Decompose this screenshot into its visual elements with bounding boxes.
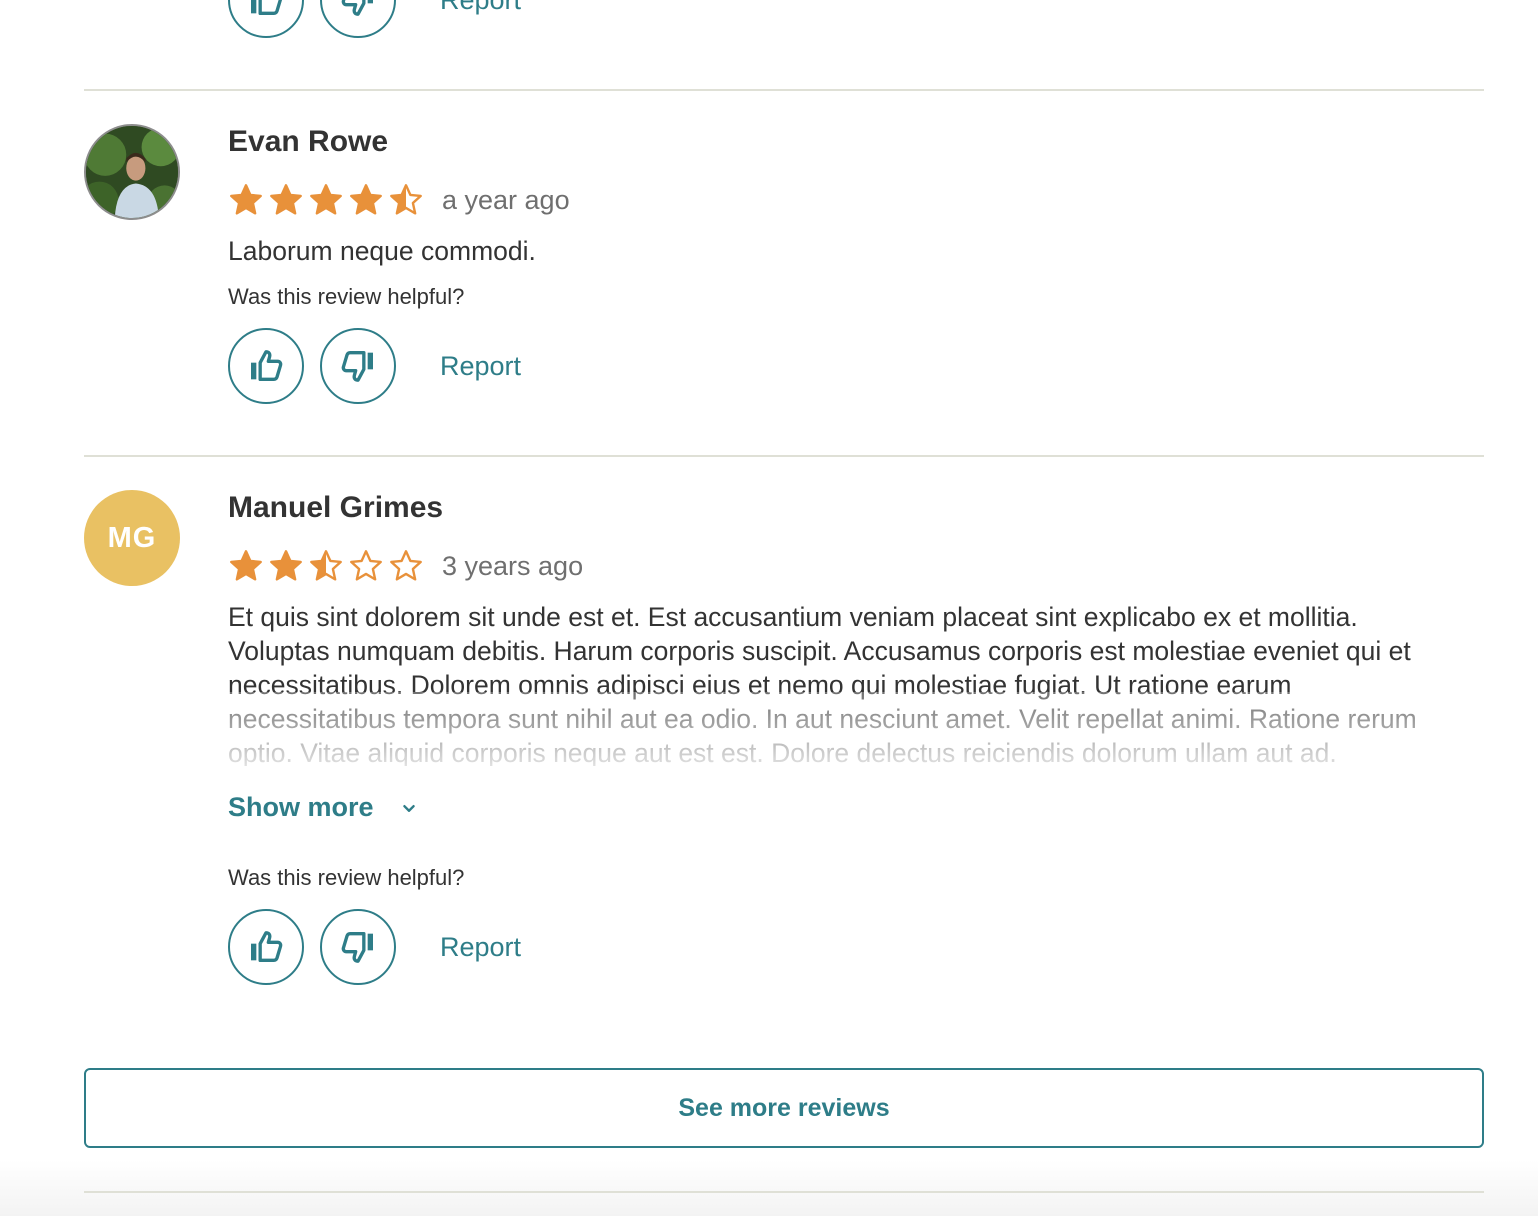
thumbs-down-button[interactable] <box>320 328 396 404</box>
helpful-prompt: Was this review helpful? <box>228 284 465 309</box>
report-link[interactable]: Report <box>440 0 521 16</box>
star-filled-icon <box>270 550 302 581</box>
star-half-icon <box>390 184 422 215</box>
star-empty-icon <box>390 550 422 581</box>
avatar <box>84 124 180 220</box>
review-actions: Report <box>228 909 1418 985</box>
page-bottom-shade <box>0 1160 1538 1216</box>
reviewer-name: Manuel Grimes <box>228 491 444 524</box>
see-more-reviews-button[interactable]: See more reviews <box>84 1068 1484 1148</box>
report-link[interactable]: Report <box>440 932 521 963</box>
star-filled-icon <box>230 550 262 581</box>
thumbs-down-icon <box>341 351 373 382</box>
star-filled-icon <box>350 184 382 215</box>
rating-row: 3 years ago <box>228 546 1418 586</box>
show-more-button[interactable]: Show more <box>228 792 1418 823</box>
chevron-down-icon <box>402 804 415 812</box>
thumbs-up-button[interactable] <box>228 328 304 404</box>
review-divider <box>84 455 1484 457</box>
page-divider <box>84 1191 1484 1193</box>
review-body: Laborum neque commodi. <box>228 236 536 266</box>
thumbs-up-icon <box>251 350 283 381</box>
review-content: Evan Rowe a year ago Laborum neque commo… <box>228 124 1418 404</box>
rating-row: a year ago <box>228 180 1418 220</box>
review-time: 3 years ago <box>442 550 584 581</box>
avatar-photo <box>86 126 178 218</box>
review-time: a year ago <box>442 184 570 215</box>
avatar: MG <box>84 490 180 586</box>
helpful-prompt: Was this review helpful? <box>228 865 465 890</box>
thumbs-up-icon <box>251 0 283 15</box>
thumbs-down-button[interactable] <box>320 0 396 38</box>
thumbs-up-button[interactable] <box>228 0 304 38</box>
review-content: Manuel Grimes 3 years ago Et quis sint d… <box>228 490 1418 985</box>
thumbs-up-icon <box>251 931 283 962</box>
star-filled-icon <box>230 184 262 215</box>
report-link[interactable]: Report <box>440 351 521 382</box>
review-actions: Report <box>228 328 1418 404</box>
reviewer-name: Evan Rowe <box>228 125 389 158</box>
previous-review-actions: Report <box>228 0 521 38</box>
star-empty-icon <box>350 550 382 581</box>
star-rating <box>228 182 424 218</box>
thumbs-down-icon <box>341 0 373 16</box>
review-body-collapsed: Et quis sint dolorem sit unde est et. Es… <box>228 586 1418 766</box>
thumbs-down-icon <box>341 932 373 963</box>
thumbs-up-button[interactable] <box>228 909 304 985</box>
star-half-icon <box>310 550 342 581</box>
review-divider <box>84 89 1484 91</box>
star-filled-icon <box>270 184 302 215</box>
star-rating <box>228 548 424 584</box>
review-body: Et quis sint dolorem sit unde est et. Es… <box>228 602 1417 766</box>
star-filled-icon <box>310 184 342 215</box>
thumbs-down-button[interactable] <box>320 909 396 985</box>
show-more-label: Show more <box>228 792 374 822</box>
